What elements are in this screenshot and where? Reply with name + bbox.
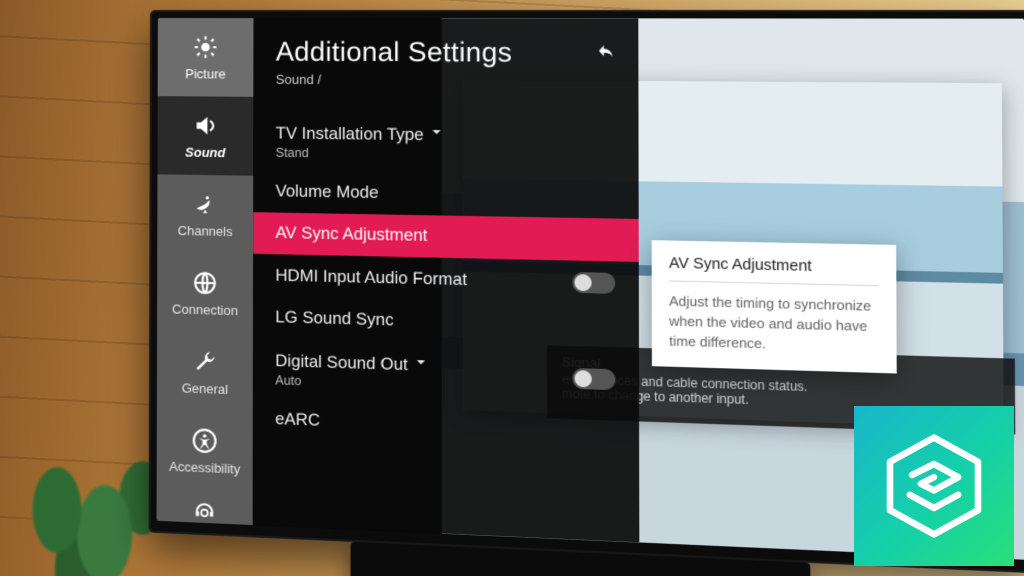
panel-title: Additional Settings	[254, 36, 639, 69]
item-tv-installation-type[interactable]: TV Installation Type Stand	[253, 111, 638, 176]
toggle-digital-sound-out[interactable]	[573, 367, 616, 389]
sidebar-item-sound[interactable]: Sound	[157, 96, 253, 176]
item-label: Volume Mode	[276, 182, 379, 203]
item-label: TV Installation Type	[276, 124, 424, 144]
sidebar-item-label: Connection	[172, 301, 238, 318]
help-tooltip: AV Sync Adjustment Adjust the timing to …	[652, 240, 897, 373]
item-label: LG Sound Sync	[275, 308, 393, 331]
breadcrumb: Sound /	[254, 68, 639, 100]
settings-category-sidebar: Picture Sound Channels	[157, 18, 254, 525]
item-label: Digital Sound Out	[275, 352, 408, 374]
watermark-hex-icon	[879, 431, 989, 541]
tooltip-body: Adjust the timing to synchronize when th…	[669, 292, 879, 357]
sidebar-item-label: General	[182, 380, 228, 397]
item-label: HDMI Input Audio Format	[275, 266, 467, 290]
sidebar-item-label: Sound	[185, 144, 225, 160]
tooltip-title: AV Sync Adjustment	[669, 255, 878, 276]
globe-icon	[190, 269, 220, 296]
back-button[interactable]	[591, 37, 621, 66]
item-volume-mode[interactable]: Volume Mode	[253, 171, 638, 219]
sun-icon	[191, 34, 221, 60]
accessibility-icon	[190, 427, 220, 454]
item-value: Stand	[276, 146, 446, 162]
item-label: eARC	[275, 410, 320, 431]
item-label: AV Sync Adjustment	[275, 224, 427, 246]
item-value: Auto	[275, 373, 429, 392]
settings-panel: Additional Settings Sound / TV Installat…	[253, 18, 640, 542]
settings-list: TV Installation Type Stand Volume Mode A…	[253, 111, 639, 454]
sidebar-item-label: Channels	[178, 222, 233, 238]
speaker-icon	[190, 112, 220, 138]
headset-icon	[189, 496, 219, 524]
tooltip-divider	[669, 280, 878, 286]
wrench-icon	[190, 348, 220, 375]
sidebar-item-label: Accessibility	[169, 458, 240, 476]
sidebar-item-label: Picture	[185, 66, 225, 81]
sidebar-item-accessibility[interactable]: Accessibility	[157, 410, 253, 493]
chevron-down-icon	[428, 126, 445, 145]
sidebar-item-general[interactable]: General	[157, 331, 253, 413]
watermark-logo	[854, 406, 1014, 566]
chevron-down-icon	[413, 356, 430, 375]
toggle-hdmi-audio[interactable]	[572, 272, 615, 294]
back-arrow-icon	[597, 42, 616, 61]
sidebar-item-picture[interactable]: Picture	[158, 18, 254, 97]
sidebar-item-connection[interactable]: Connection	[157, 253, 253, 334]
sidebar-item-channels[interactable]: Channels	[157, 174, 253, 254]
satellite-icon	[190, 190, 220, 217]
